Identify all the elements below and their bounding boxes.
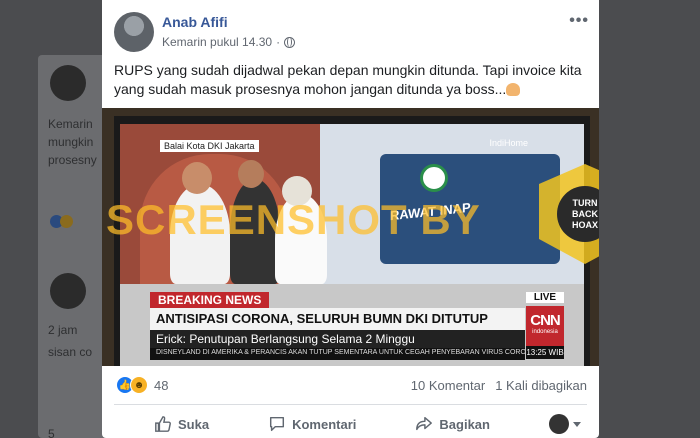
comment-icon [270, 416, 285, 432]
background-reactions [50, 215, 78, 229]
background-avatar [50, 273, 86, 309]
hospital-logo-icon [420, 164, 448, 192]
background-text: sisan co [48, 345, 93, 359]
broadcast-time: 13:25 WIB [526, 346, 564, 359]
network-name: CNN [530, 312, 561, 329]
badge-text: TURN BACK HOAX [557, 186, 599, 242]
post-as-selector[interactable] [549, 414, 587, 434]
person-head [238, 160, 264, 188]
action-bar: Suka Komentari Bagikan [114, 414, 587, 434]
share-label: Bagikan [439, 416, 490, 432]
share-button[interactable]: Bagikan [415, 415, 490, 433]
background-text: 2 jam [48, 323, 78, 337]
like-label: Suka [178, 416, 210, 432]
news-headline: ANTISIPASI CORONA, SELURUH BUMN DKI DITU… [150, 308, 525, 330]
tv-screen: RAWAT INAP Balai Kota DKI Jakarta IndiHo… [120, 124, 584, 366]
broadcaster-tag: IndiHome [489, 138, 528, 148]
comment-button[interactable]: Komentari [268, 415, 356, 433]
comment-label: Komentari [292, 416, 357, 432]
author-name[interactable]: Anab Afifi [162, 14, 228, 30]
location-label: Balai Kota DKI Jakarta [160, 140, 259, 152]
person-head [182, 162, 212, 194]
news-ticker: DISNEYLAND DI AMERIKA & PERANCIS AKAN TU… [150, 348, 525, 360]
author-avatar[interactable] [114, 12, 154, 52]
breaking-news-label: BREAKING NEWS [150, 292, 270, 308]
post-meta: Kemarin pukul 14.30 · [162, 35, 296, 49]
background-text: 5 [48, 427, 55, 438]
pray-emoji-icon [506, 83, 521, 96]
background-text: prosesny [48, 153, 97, 167]
like-button[interactable]: Suka [114, 415, 209, 433]
reaction-summary[interactable]: 👍 ☻ 48 [116, 376, 168, 394]
background-avatar [50, 65, 86, 101]
post-image[interactable]: RAWAT INAP Balai Kota DKI Jakarta IndiHo… [102, 108, 599, 366]
selector-avatar [549, 414, 569, 434]
background-text: mungkin [48, 135, 94, 149]
thumbs-up-icon [155, 416, 171, 432]
background-text: Kemarin [48, 117, 93, 131]
haha-reaction-icon: ☻ [130, 376, 148, 394]
globe-icon[interactable] [284, 36, 296, 48]
post-card: Anab Afifi Kemarin pukul 14.30 · ••• RUP… [102, 0, 599, 438]
network-sub: indonesia [532, 329, 558, 335]
post-text: RUPS yang sudah dijadwal pekan depan mun… [114, 61, 589, 99]
reaction-count: 48 [154, 377, 169, 393]
watermark-text: SCREENSHOT BY [106, 196, 481, 243]
chevron-down-icon [573, 421, 581, 427]
comment-count-link[interactable]: 10 Komentar [411, 378, 485, 393]
more-options-icon[interactable]: ••• [569, 12, 589, 30]
cnn-logo: CNN indonesia [526, 306, 564, 346]
news-subheadline: Erick: Penutupan Berlangsung Selama 2 Mi… [150, 330, 525, 348]
post-stats: 10 Komentar 1 Kali dibagikan [411, 378, 587, 393]
share-icon [416, 416, 433, 431]
post-timestamp[interactable]: Kemarin pukul 14.30 [162, 35, 272, 49]
share-count-link[interactable]: 1 Kali dibagikan [495, 378, 587, 393]
divider [114, 404, 587, 405]
live-label: LIVE [526, 292, 564, 303]
